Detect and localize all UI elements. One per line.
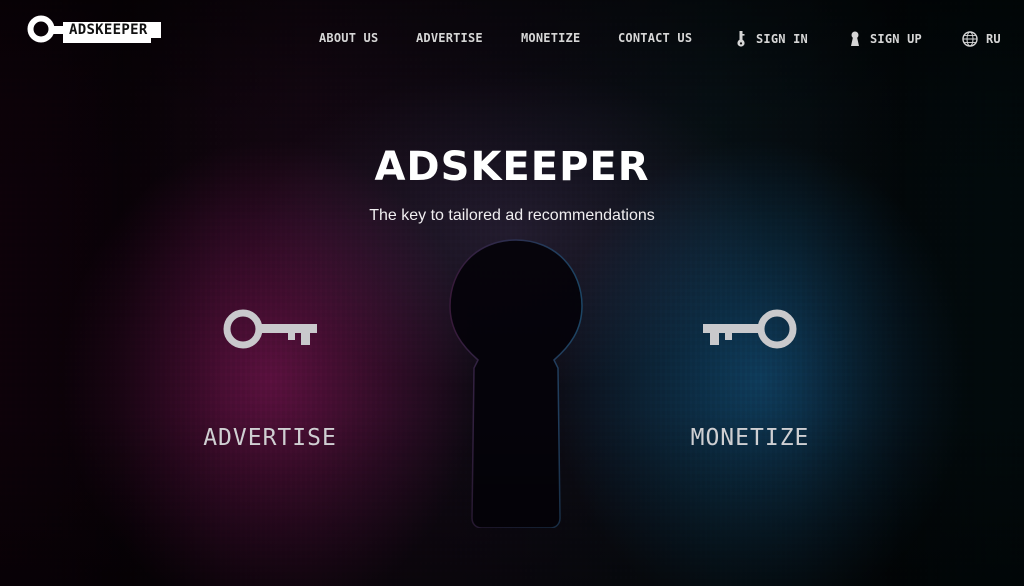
- nav-monetize-label: MONETIZE: [521, 31, 581, 45]
- page-title: ADSKEEPER: [374, 144, 650, 190]
- nav-advertise-label: ADVERTISE: [416, 31, 483, 45]
- nav-sign-up-label: SIGN UP: [870, 32, 922, 46]
- nav-contact-us-label: CONTACT US: [618, 31, 693, 45]
- keyhole-icon: [851, 31, 859, 46]
- nav-about-us-label: ABOUT US: [319, 31, 379, 45]
- advertise-label: ADVERTISE: [203, 425, 337, 451]
- key-icon: [703, 309, 797, 349]
- monetize-label: MONETIZE: [690, 425, 810, 451]
- nav-language-ru-label: RU: [986, 32, 1001, 46]
- nav-contact-us[interactable]: CONTACT US: [618, 31, 692, 45]
- main-nav: ABOUT US ADVERTISE MONETIZE CONTACT US S…: [0, 31, 1024, 51]
- nav-language-ru[interactable]: RU: [962, 31, 1001, 47]
- advertise-button[interactable]: ADVERTISE: [170, 305, 370, 451]
- nav-sign-in-label: SIGN IN: [756, 32, 808, 46]
- page-subtitle: The key to tailored ad recommendations: [369, 207, 655, 224]
- nav-about-us[interactable]: ABOUT US: [319, 31, 378, 45]
- monetize-button[interactable]: MONETIZE: [650, 305, 850, 451]
- nav-monetize[interactable]: MONETIZE: [521, 31, 580, 45]
- nav-sign-in[interactable]: SIGN IN: [734, 31, 808, 47]
- hero-background: [0, 0, 1024, 586]
- nav-sign-up[interactable]: SIGN UP: [848, 31, 922, 47]
- globe-icon: [962, 31, 978, 47]
- nav-advertise[interactable]: ADVERTISE: [416, 31, 483, 45]
- key-icon: [223, 309, 317, 349]
- background-vignette: [0, 0, 1024, 586]
- key-icon: [737, 31, 745, 47]
